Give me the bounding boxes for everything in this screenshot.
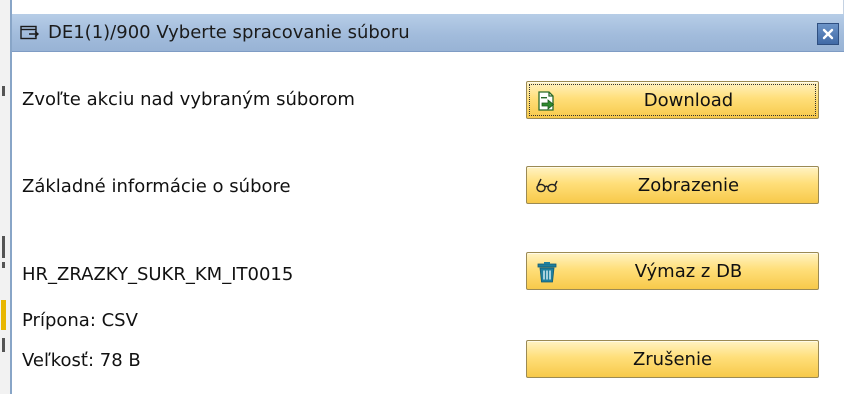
screen: DE1(1)/900 Vyberte spracovanie súboru Zv… bbox=[0, 0, 844, 394]
download-button[interactable]: Download bbox=[526, 81, 819, 119]
download-button-label: Download bbox=[643, 89, 734, 111]
background-mark bbox=[2, 236, 5, 258]
window-icon bbox=[20, 24, 42, 42]
file-extension: Prípona: CSV bbox=[22, 310, 138, 331]
background-mark bbox=[2, 262, 5, 268]
dialog-titlebar[interactable]: DE1(1)/900 Vyberte spracovanie súboru bbox=[12, 14, 844, 52]
background-mark bbox=[2, 338, 5, 352]
file-size: Veľkosť: 78 B bbox=[22, 350, 141, 371]
display-button[interactable]: Zobrazenie bbox=[526, 166, 819, 204]
display-button-label: Zobrazenie bbox=[637, 174, 740, 196]
choose-action-label: Zvoľte akciu nad vybraným súborom bbox=[22, 89, 355, 110]
delete-from-db-button[interactable]: Výmaz z DB bbox=[526, 252, 819, 290]
trash-icon bbox=[535, 260, 559, 284]
download-icon bbox=[535, 89, 559, 113]
cancel-button[interactable]: Zrušenie bbox=[526, 340, 819, 378]
glasses-icon bbox=[535, 174, 559, 198]
cancel-button-label: Zrušenie bbox=[632, 348, 713, 370]
delete-from-db-button-label: Výmaz z DB bbox=[634, 260, 743, 282]
dialog-title: DE1(1)/900 Vyberte spracovanie súboru bbox=[48, 22, 410, 43]
file-info-label: Základné informácie o súbore bbox=[22, 176, 291, 197]
close-button[interactable] bbox=[817, 23, 839, 45]
file-action-dialog: DE1(1)/900 Vyberte spracovanie súboru Zv… bbox=[10, 0, 844, 394]
file-name: HR_ZRAZKY_SUKR_KM_IT0015 bbox=[22, 264, 294, 285]
background-mark bbox=[2, 86, 5, 96]
close-icon bbox=[822, 28, 834, 40]
background-mark bbox=[1, 300, 6, 330]
dialog-content: Zvoľte akciu nad vybraným súborom Downlo… bbox=[12, 52, 844, 394]
